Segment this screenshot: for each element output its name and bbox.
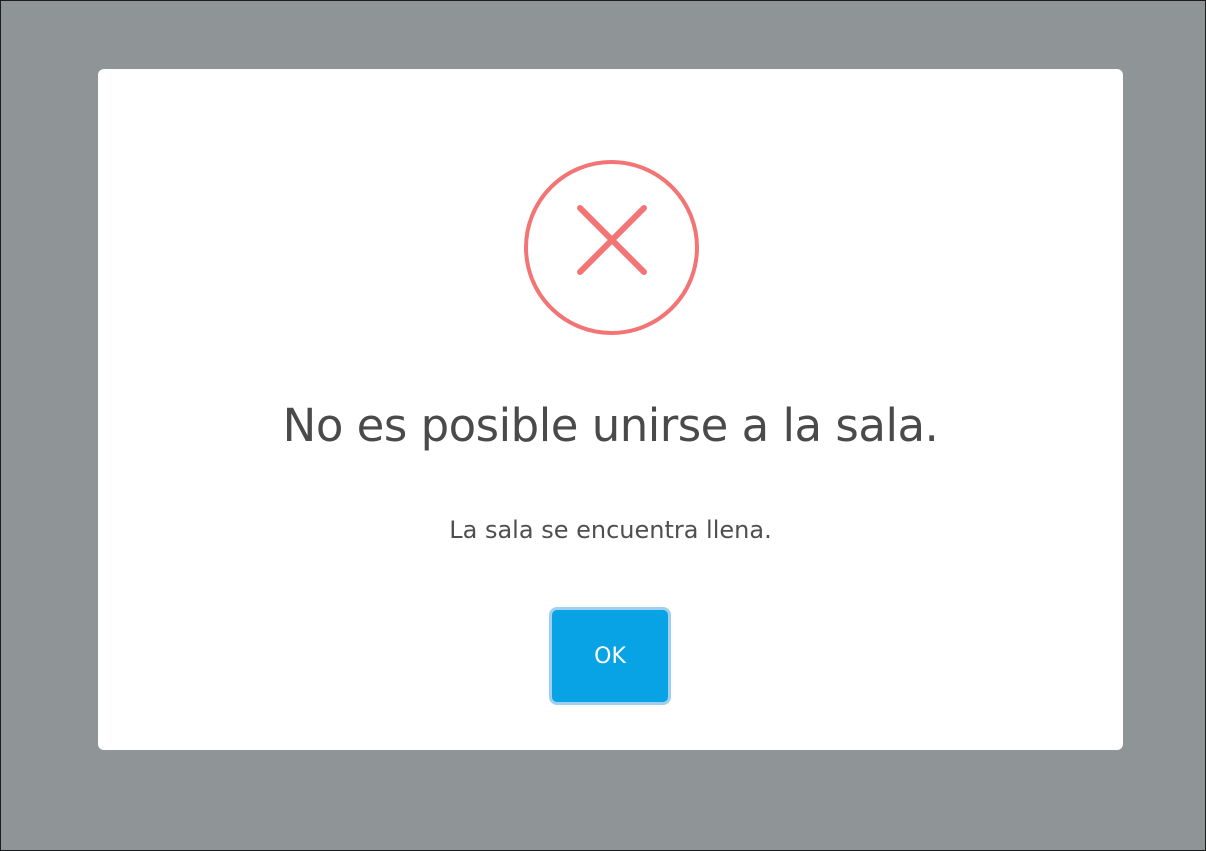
error-x-icon — [524, 160, 699, 335]
dialog-title: No es posible unirse a la sala. — [282, 399, 939, 452]
dialog-message: La sala se encuentra llena. — [449, 516, 772, 544]
ok-button[interactable]: OK — [552, 610, 668, 702]
